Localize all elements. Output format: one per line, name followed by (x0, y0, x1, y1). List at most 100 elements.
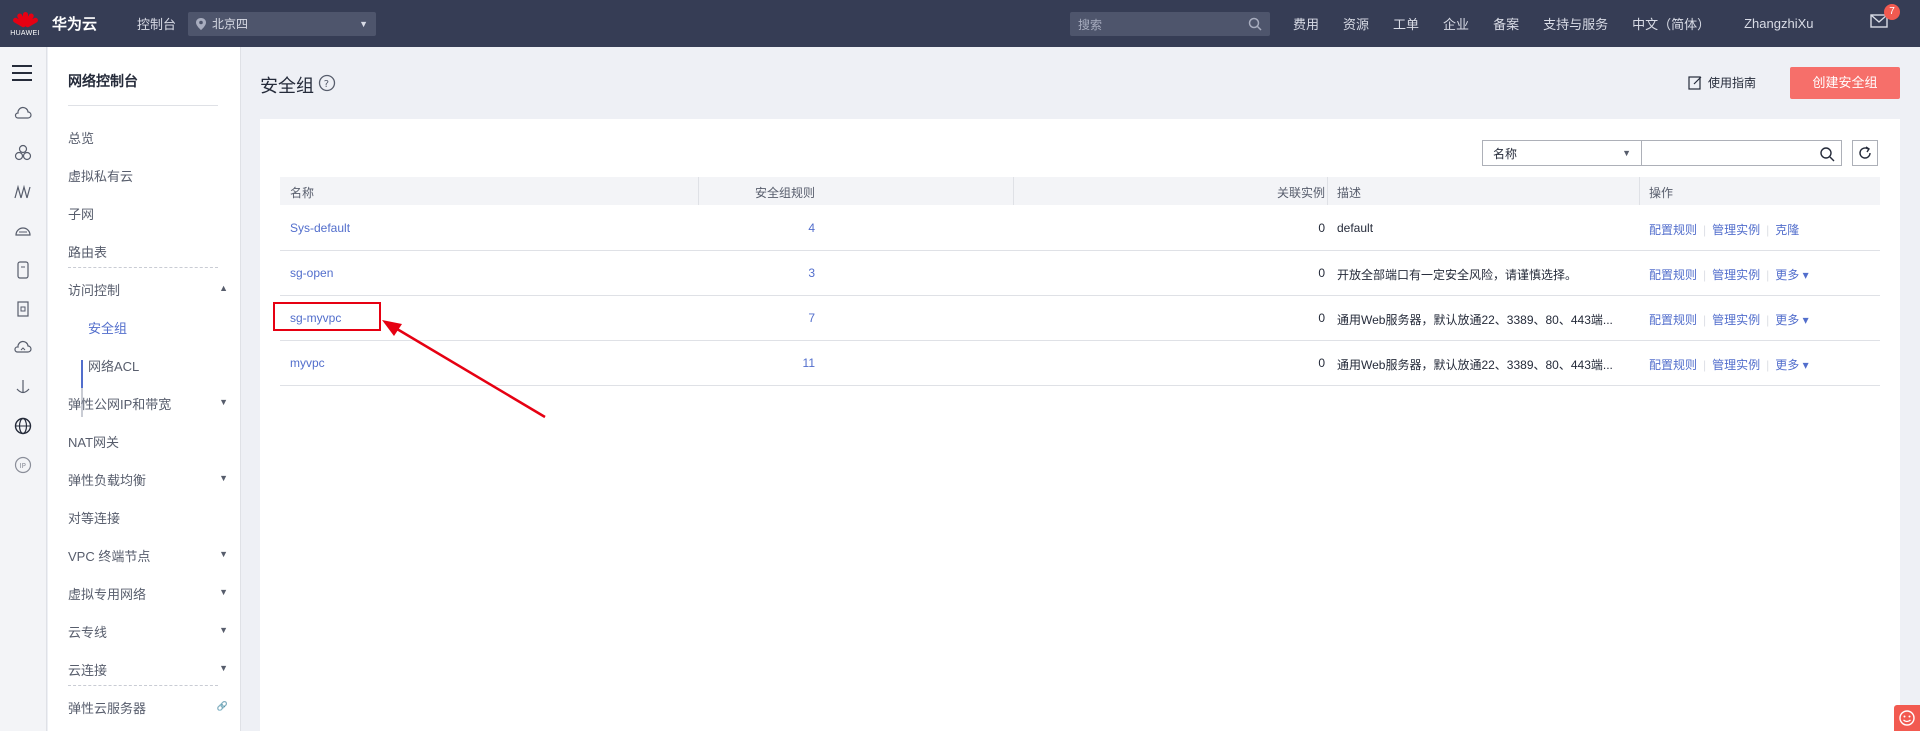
sidebar-item-vpn[interactable]: 虚拟专用网络 ▼ (68, 584, 228, 603)
column-header-name[interactable]: 名称 (290, 184, 314, 201)
table-row: Sys-default 4 0 default 配置规则 | 管理实例 | 克隆 (280, 206, 1880, 251)
manage-instances-link[interactable]: 管理实例 (1712, 266, 1760, 283)
more-dropdown[interactable]: 更多 ▾ (1775, 311, 1808, 328)
cluster-icon[interactable] (13, 143, 33, 163)
doc-icon[interactable] (13, 299, 33, 319)
refresh-icon (1859, 146, 1871, 159)
security-group-name-link[interactable]: myvpc (290, 356, 325, 370)
configure-rules-link[interactable]: 配置规则 (1649, 311, 1697, 328)
refresh-button[interactable] (1852, 140, 1878, 166)
global-search-input[interactable]: 搜索 (1070, 12, 1270, 36)
divider: | (1766, 358, 1770, 372)
location-pin-icon (196, 17, 207, 30)
rules-count-link[interactable]: 11 (803, 356, 815, 370)
chevron-up-icon: ▲ (219, 283, 228, 293)
sidebar-item-direct-connect[interactable]: 云专线 ▼ (68, 622, 228, 641)
huawei-logo[interactable]: HUAWEI (0, 0, 50, 47)
nav-support[interactable]: 支持与服务 (1543, 14, 1608, 33)
divider: | (1766, 313, 1770, 327)
svg-text:IP: IP (20, 462, 26, 470)
eip-label: 弹性公网IP和带宽 (68, 397, 172, 412)
security-group-name-link[interactable]: Sys-default (290, 221, 350, 235)
cloud-link-icon[interactable] (13, 338, 33, 358)
clone-link[interactable]: 克隆 (1775, 221, 1799, 238)
help-icon[interactable]: ? (318, 74, 336, 92)
manage-instances-link[interactable]: 管理实例 (1712, 311, 1760, 328)
user-guide-link[interactable]: 使用指南 (1688, 74, 1756, 91)
more-dropdown[interactable]: 更多 ▾ (1775, 266, 1808, 283)
sidebar-item-vpc[interactable]: 虚拟私有云 (68, 166, 228, 185)
sidebar-item-elb[interactable]: 弹性负载均衡 ▼ (68, 470, 228, 489)
region-selector[interactable]: 北京四 ▼ (188, 11, 377, 36)
access-control-label: 访问控制 (68, 283, 121, 298)
menu-icon[interactable] (12, 65, 32, 86)
divider: | (1703, 358, 1707, 372)
sidebar-item-vpc-endpoint[interactable]: VPC 终端节点 ▼ (68, 546, 228, 565)
sidebar-item-network-acl[interactable]: 网络ACL (88, 356, 248, 375)
sidebar-item-security-group[interactable]: 安全组 (88, 318, 248, 337)
nav-tickets[interactable]: 工单 (1393, 14, 1419, 33)
chevron-down-icon: ▼ (359, 18, 369, 29)
region-label: 北京四 (212, 17, 249, 31)
bridge-icon[interactable] (13, 182, 33, 202)
security-group-name-link[interactable]: sg-open (290, 266, 333, 280)
create-security-group-button[interactable]: 创建安全组 (1790, 67, 1900, 99)
configure-rules-link[interactable]: 配置规则 (1649, 221, 1697, 238)
more-dropdown[interactable]: 更多 ▾ (1775, 356, 1808, 373)
configure-rules-link[interactable]: 配置规则 (1649, 266, 1697, 283)
ip-icon[interactable]: IP (13, 455, 33, 475)
nav-resources[interactable]: 资源 (1343, 14, 1369, 33)
divider: | (1703, 268, 1707, 282)
rules-count-link[interactable]: 3 (808, 266, 815, 280)
cloud-connect-label: 云连接 (68, 663, 108, 678)
feedback-icon[interactable] (1894, 705, 1920, 731)
mail-count-badge: 7 (1884, 4, 1900, 20)
filter-search-input[interactable] (1642, 140, 1842, 166)
smiley-icon (1899, 710, 1915, 726)
divider: | (1703, 313, 1707, 327)
column-header-description[interactable]: 描述 (1337, 184, 1361, 201)
divider (68, 685, 218, 686)
server-icon[interactable] (13, 260, 33, 280)
description: 开放全部端口有一定安全风险，请谨慎选择。 (1337, 268, 1578, 282)
globe-icon[interactable] (13, 416, 33, 436)
nav-enterprise[interactable]: 企业 (1443, 14, 1469, 33)
sidebar-item-ecs[interactable]: 弹性云服务器 🔗 (68, 698, 228, 717)
sidebar-item-peering[interactable]: 对等连接 (68, 508, 228, 527)
sidebar-item-route-table[interactable]: 路由表 (68, 242, 228, 261)
configure-rules-link[interactable]: 配置规则 (1649, 356, 1697, 373)
column-header-instances[interactable]: 关联实例 (1277, 184, 1325, 201)
router-icon[interactable] (13, 221, 33, 241)
search-icon[interactable] (1819, 146, 1835, 162)
sidebar-item-eip[interactable]: 弹性公网IP和带宽 ▼ (68, 394, 228, 413)
sidebar-item-cloud-connect[interactable]: 云连接 ▼ (68, 660, 228, 679)
table-header: 名称 安全组规则 关联实例 描述 操作 (280, 177, 1880, 205)
sidebar-item-nat[interactable]: NAT网关 (68, 432, 228, 451)
filter-select[interactable]: 名称 ▼ (1482, 140, 1642, 166)
console-link[interactable]: 控制台 (137, 14, 176, 33)
vpc-endpoint-label: VPC 终端节点 (68, 549, 151, 564)
nav-icp[interactable]: 备案 (1493, 14, 1519, 33)
chevron-down-icon: ▼ (219, 663, 228, 673)
nav-billing[interactable]: 费用 (1293, 14, 1319, 33)
rules-count-link[interactable]: 4 (808, 221, 815, 235)
sidebar-item-overview[interactable]: 总览 (68, 128, 228, 147)
svg-text:?: ? (324, 79, 329, 90)
rules-count-link[interactable]: 7 (808, 311, 815, 325)
column-header-rules[interactable]: 安全组规则 (755, 184, 815, 201)
manage-instances-link[interactable]: 管理实例 (1712, 356, 1760, 373)
ecs-label: 弹性云服务器 (68, 701, 147, 716)
page-title: 安全组 (260, 76, 314, 96)
nav-language[interactable]: 中文（简体） (1632, 14, 1710, 33)
anchor-icon[interactable] (13, 377, 33, 397)
cloud-icon[interactable] (13, 104, 33, 124)
row-operations: 配置规则 | 管理实例 | 更多 ▾ (1649, 311, 1809, 328)
brand-name[interactable]: 华为云 (52, 13, 97, 34)
chevron-down-icon: ▼ (219, 625, 228, 635)
sidebar-item-access-control[interactable]: 访问控制 ▲ (68, 280, 228, 299)
description: default (1337, 221, 1374, 235)
nav-username[interactable]: ZhangzhiXu (1744, 16, 1813, 31)
manage-instances-link[interactable]: 管理实例 (1712, 221, 1760, 238)
divider (68, 105, 218, 106)
sidebar-item-subnet[interactable]: 子网 (68, 204, 228, 223)
